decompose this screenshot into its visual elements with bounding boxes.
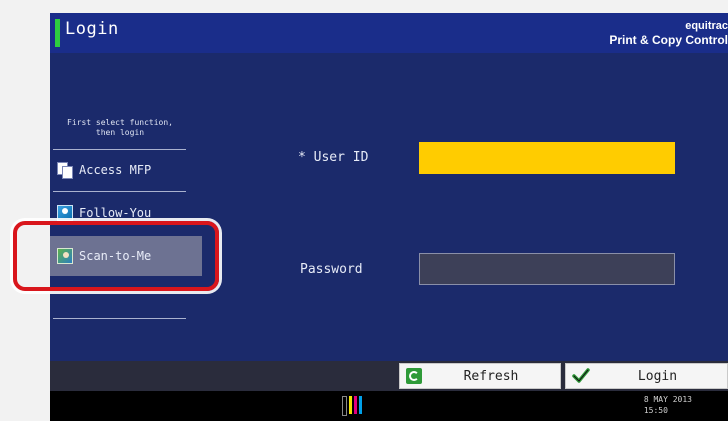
password-field[interactable] <box>419 253 675 285</box>
brand-name: equitrac <box>685 20 728 32</box>
nav-item-access-mfp[interactable]: Access MFP <box>53 150 186 190</box>
nav-hint: First select function, then login <box>67 118 173 137</box>
refresh-button[interactable]: Refresh <box>399 363 561 389</box>
login-screen: Login equitrac Print & Copy Control Firs… <box>50 13 728 421</box>
user-id-label: * User ID <box>298 150 369 165</box>
nav-divider <box>53 191 186 192</box>
date-text: 8 MAY 2013 <box>643 395 692 404</box>
header-accent <box>55 19 60 47</box>
document-copy-icon <box>57 162 73 179</box>
person-icon <box>57 205 73 221</box>
kyhc-toner-icon <box>342 396 362 416</box>
login-button-label: Login <box>637 368 678 384</box>
brand-logo: equitrac Print & Copy Control <box>609 19 728 47</box>
nav-item-label: Access MFP <box>79 163 152 177</box>
header-bar: Login equitrac Print & Copy Control <box>50 13 728 53</box>
nav-divider <box>53 318 186 319</box>
page-title: Login <box>65 19 119 39</box>
refresh-button-label: Refresh <box>463 368 519 384</box>
status-bar: 8 MAY 2013 15:50 <box>50 391 728 421</box>
nav-item-label: Follow-You <box>79 206 152 220</box>
time-text: 15:50 <box>643 406 668 415</box>
brand-subtitle: Print & Copy Control <box>609 33 728 47</box>
action-bar: Refresh Login <box>50 361 728 391</box>
checkmark-icon <box>572 368 590 384</box>
user-id-field[interactable] <box>419 142 675 174</box>
date-time: 8 MAY 2013 15:50 <box>644 394 692 416</box>
password-label: Password <box>300 262 363 277</box>
login-button[interactable]: Login <box>565 363 728 389</box>
refresh-icon <box>406 368 422 384</box>
highlight-outline <box>13 221 219 291</box>
